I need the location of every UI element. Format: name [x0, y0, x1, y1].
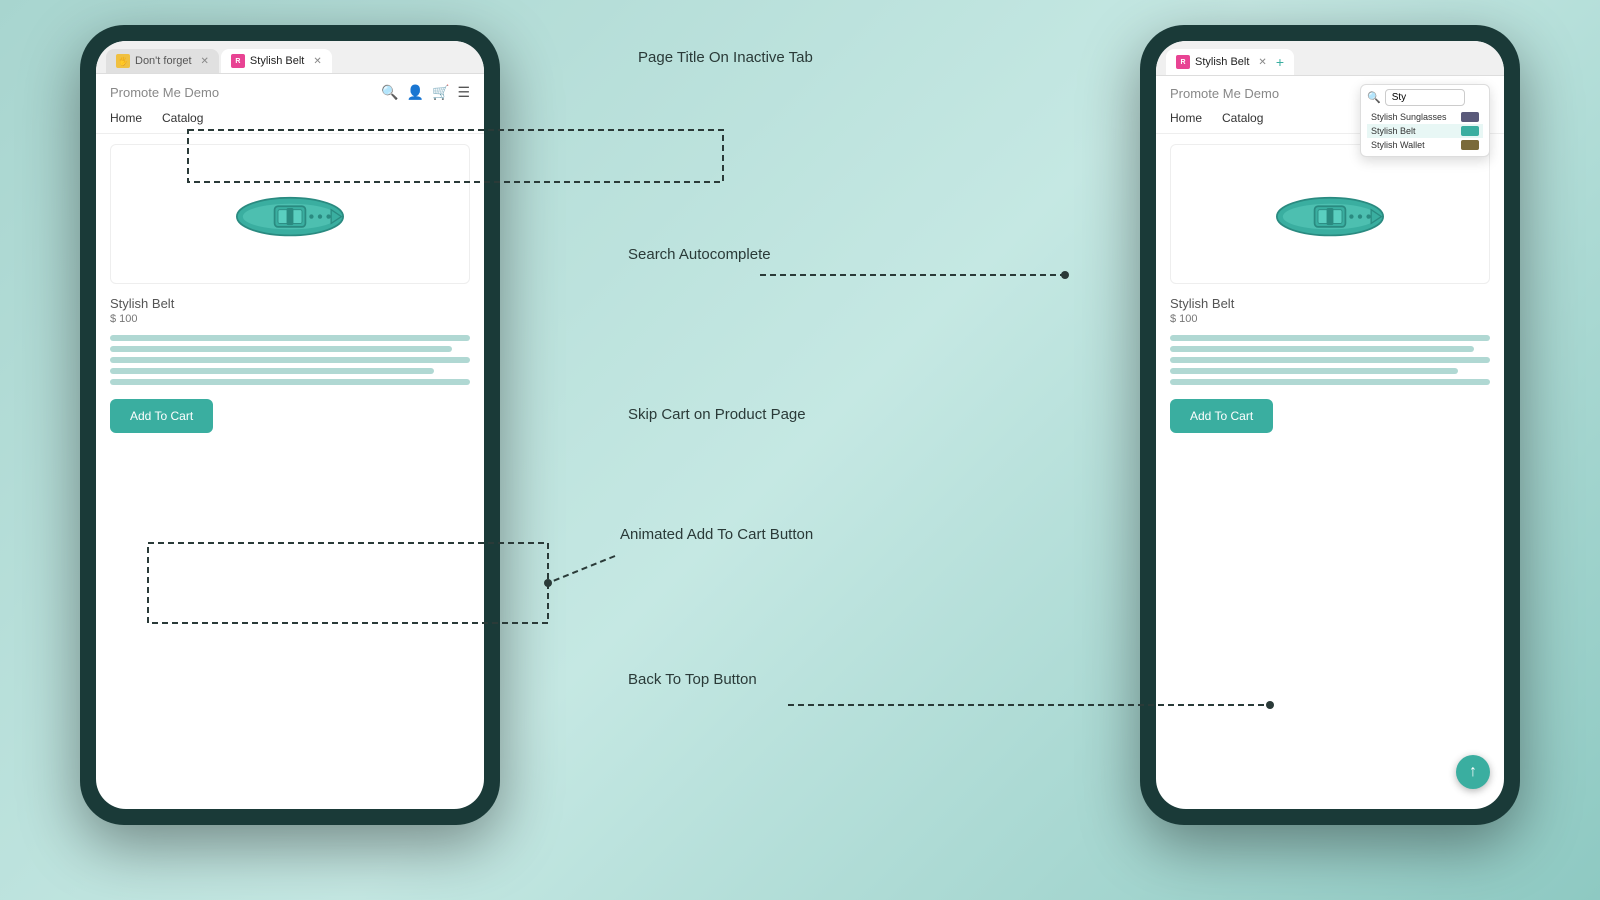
wallet-icon [1461, 140, 1479, 150]
left-phone-screen: 🖐 Don't forget ✕ R Stylish Belt ✕ Promot… [96, 41, 484, 809]
user-icon[interactable]: 👤 [407, 84, 424, 101]
right-belt-illustration [1270, 179, 1390, 249]
search-icon-inline: 🔍 [1367, 91, 1381, 104]
right-add-to-cart-button[interactable]: Add To Cart [1170, 399, 1273, 433]
search-result-belt[interactable]: Stylish Belt [1367, 124, 1483, 138]
back-to-top-label: Back To Top Button [628, 670, 757, 690]
right-nav-catalog[interactable]: Catalog [1222, 111, 1263, 125]
right-tab-icon-brand: R [1176, 55, 1190, 69]
search-result-wallet[interactable]: Stylish Wallet [1367, 138, 1483, 152]
right-desc-line-3 [1170, 357, 1490, 363]
right-tab-stylish-belt[interactable]: R Stylish Belt ✕ + [1166, 49, 1294, 75]
left-phone: 🖐 Don't forget ✕ R Stylish Belt ✕ Promot… [80, 25, 500, 825]
left-product-price: $ 100 [110, 313, 470, 325]
right-product-image [1170, 144, 1490, 284]
left-site-logo: Promote Me Demo [110, 85, 219, 100]
skip-cart-label: Skip Cart on Product Page [628, 405, 806, 425]
left-description-lines [110, 335, 470, 385]
desc-line-4 [110, 368, 434, 374]
nav-catalog[interactable]: Catalog [162, 111, 203, 125]
desc-line-2 [110, 346, 452, 352]
sunglasses-icon [1461, 112, 1479, 122]
right-desc-line-1 [1170, 335, 1490, 341]
search-result-sunglasses[interactable]: Stylish Sunglasses [1367, 110, 1483, 124]
nav-home[interactable]: Home [110, 111, 142, 125]
search-result-label-belt: Stylish Belt [1371, 126, 1416, 136]
tab-icon-emoji: 🖐 [116, 54, 130, 68]
belt-illustration [230, 179, 350, 249]
right-tab-close[interactable]: ✕ [1258, 57, 1266, 68]
right-site-logo: Promote Me Demo [1170, 86, 1279, 101]
tab-label-stylish-belt: Stylish Belt [250, 55, 304, 67]
search-input-row: 🔍 [1367, 89, 1483, 106]
right-desc-line-2 [1170, 346, 1474, 352]
tab-stylish-belt[interactable]: R Stylish Belt ✕ [221, 49, 332, 73]
right-desc-line-5 [1170, 379, 1490, 385]
left-site-header: Promote Me Demo 🔍 👤 🛒 ☰ [96, 74, 484, 107]
tabs-row: 🖐 Don't forget ✕ R Stylish Belt ✕ [106, 49, 474, 73]
search-icon[interactable]: 🔍 [381, 84, 398, 101]
right-desc-line-4 [1170, 368, 1458, 374]
tab-icon-brand: R [231, 54, 245, 68]
animated-add-label: Animated Add To Cart Button [620, 525, 813, 545]
tab-close-dont-forget[interactable]: ✕ [201, 56, 209, 67]
search-autocomplete-dropdown: 🔍 Stylish Sunglasses Stylish Belt Stylis… [1360, 84, 1490, 157]
right-phone: R Stylish Belt ✕ + Promote Me Demo 🔍 Sty… [1140, 25, 1520, 825]
tab-close-stylish-belt[interactable]: ✕ [313, 56, 321, 67]
search-result-label-wallet: Stylish Wallet [1371, 140, 1425, 150]
back-to-top-icon: ↑ [1469, 763, 1477, 781]
desc-line-3 [110, 357, 470, 363]
left-product-image [110, 144, 470, 284]
search-result-label-sunglasses: Stylish Sunglasses [1371, 112, 1447, 122]
right-product-price: $ 100 [1170, 313, 1490, 325]
right-tab-add[interactable]: + [1276, 54, 1284, 70]
belt-icon [1461, 126, 1479, 136]
right-description-lines [1170, 335, 1490, 385]
left-add-to-cart-button[interactable]: Add To Cart [110, 399, 213, 433]
right-tab-label: Stylish Belt [1195, 56, 1249, 68]
back-to-top-button[interactable]: ↑ [1456, 755, 1490, 789]
right-site-header: Promote Me Demo 🔍 Stylish Sunglasses Sty… [1156, 76, 1504, 107]
left-header-icons: 🔍 👤 🛒 ☰ [381, 84, 470, 101]
right-browser-chrome: R Stylish Belt ✕ + [1156, 41, 1504, 76]
desc-line-1 [110, 335, 470, 341]
left-product-page: Stylish Belt $ 100 Add To Cart [96, 134, 484, 443]
right-tabs-row: R Stylish Belt ✕ + [1166, 49, 1494, 75]
menu-icon[interactable]: ☰ [457, 84, 470, 101]
search-input[interactable] [1385, 89, 1465, 106]
left-browser-chrome: 🖐 Don't forget ✕ R Stylish Belt ✕ [96, 41, 484, 74]
search-autocomplete-label: Search Autocomplete [628, 245, 771, 265]
cart-icon[interactable]: 🛒 [432, 84, 449, 101]
tab-label-dont-forget: Don't forget [135, 55, 192, 67]
right-nav-home[interactable]: Home [1170, 111, 1202, 125]
page-title-label: Page Title On Inactive Tab [638, 48, 813, 68]
right-product-page: Stylish Belt $ 100 Add To Cart [1156, 134, 1504, 443]
right-phone-screen: R Stylish Belt ✕ + Promote Me Demo 🔍 Sty… [1156, 41, 1504, 809]
right-product-name: Stylish Belt [1170, 296, 1490, 311]
tab-dont-forget[interactable]: 🖐 Don't forget ✕ [106, 49, 219, 73]
left-product-name: Stylish Belt [110, 296, 470, 311]
left-site-nav: Home Catalog [96, 107, 484, 134]
desc-line-5 [110, 379, 470, 385]
